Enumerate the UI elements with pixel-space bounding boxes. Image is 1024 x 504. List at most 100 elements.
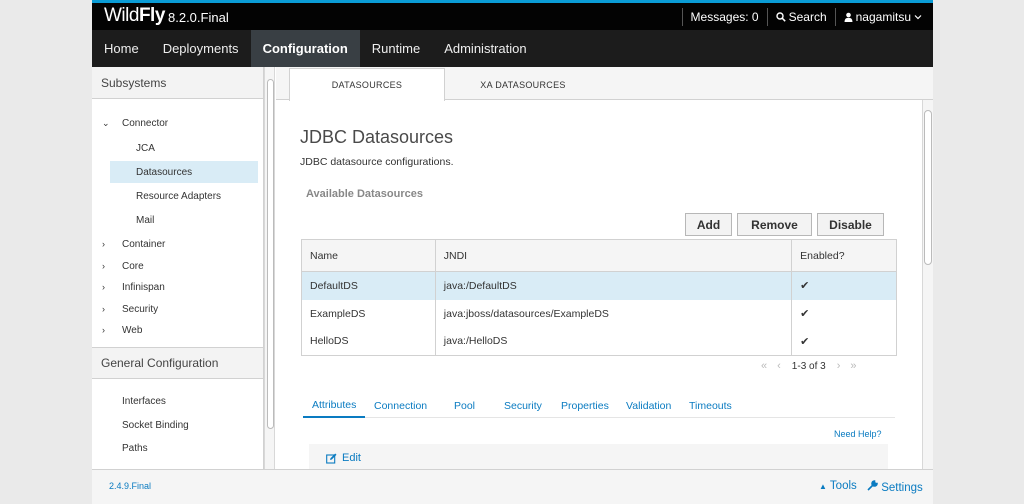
checkmark-icon: ✔	[791, 299, 897, 328]
nav-configuration[interactable]: Configuration	[250, 30, 360, 67]
sidebar-item-container[interactable]: › Container	[92, 233, 263, 255]
page-range: 1-3 of 3	[791, 360, 826, 372]
cell-jndi: java:jboss/datasources/ExampleDS	[434, 299, 793, 328]
tab-security[interactable]: Security	[504, 394, 542, 418]
checkmark-icon: ✔	[791, 327, 897, 356]
tab-timeouts[interactable]: Timeouts	[689, 394, 732, 418]
tools-menu[interactable]: ▲ Tools	[819, 480, 857, 492]
main-panel: DATASOURCES XA DATASOURCES JDBC Datasour…	[276, 67, 933, 474]
sidebar-item-core[interactable]: › Core	[92, 255, 263, 277]
search-button[interactable]: Search	[766, 7, 835, 26]
edit-button[interactable]: Edit	[326, 452, 361, 464]
tab-xa-datasources[interactable]: XA DATASOURCES	[445, 68, 601, 101]
tab-connection[interactable]: Connection	[374, 394, 427, 418]
sidebar-item-interfaces[interactable]: Interfaces	[92, 390, 263, 412]
cell-name: HelloDS	[301, 327, 436, 356]
sidebar-item-jca[interactable]: JCA	[92, 137, 263, 159]
sidebar-item-label: Datasources	[136, 166, 193, 178]
need-help-link[interactable]: Need Help?	[834, 429, 882, 439]
sidebar-item-web[interactable]: › Web	[92, 319, 263, 341]
sidebar-item-socket-binding[interactable]: Socket Binding	[92, 414, 263, 436]
nav-administration[interactable]: Administration	[432, 30, 538, 67]
column-header-name[interactable]: Name	[301, 239, 436, 272]
chevron-down-icon: ⌄	[102, 117, 110, 128]
sidebar-scrollbar-thumb[interactable]	[267, 79, 274, 429]
sidebar-item-label: Security	[122, 303, 159, 315]
sidebar-item-datasources[interactable]: Datasources	[110, 161, 258, 183]
chevron-right-icon: ›	[102, 325, 105, 335]
caret-up-icon: ▲	[819, 482, 827, 491]
chevron-right-icon: ›	[102, 282, 105, 292]
subsystems-header: Subsystems	[92, 67, 263, 99]
cell-jndi: java:/HelloDS	[434, 327, 793, 356]
page-title: JDBC Datasources	[300, 127, 454, 147]
messages-label: Messages: 0	[690, 9, 759, 24]
chevron-down-icon	[914, 14, 922, 19]
messages-button[interactable]: Messages: 0	[681, 7, 767, 26]
sidebar-item-mail[interactable]: Mail	[92, 209, 263, 231]
first-page-icon[interactable]: «	[761, 360, 767, 372]
datasources-table: Name JNDI Enabled? DefaultDS java:/Defau…	[301, 239, 897, 356]
sidebar-item-paths[interactable]: Paths	[92, 437, 263, 459]
last-page-icon[interactable]: »	[850, 360, 856, 372]
wrench-icon	[867, 480, 878, 491]
sidebar-item-label: Core	[122, 260, 144, 272]
disable-button[interactable]: Disable	[817, 213, 884, 236]
general-configuration-header: General Configuration	[92, 347, 263, 379]
sidebar: Subsystems ⌄ Connector JCA Datasources R…	[92, 67, 264, 469]
sidebar-item-connector[interactable]: ⌄ Connector	[92, 112, 263, 134]
remove-button[interactable]: Remove	[737, 213, 812, 236]
sidebar-item-infinispan[interactable]: › Infinispan	[92, 276, 263, 298]
tab-properties[interactable]: Properties	[561, 394, 609, 418]
next-page-icon[interactable]: ›	[837, 360, 841, 372]
table-row[interactable]: HelloDS java:/HelloDS ✔	[301, 327, 897, 356]
chevron-right-icon: ›	[102, 239, 105, 249]
nav-runtime[interactable]: Runtime	[360, 30, 432, 67]
search-label: Search	[788, 9, 827, 24]
tab-datasources[interactable]: DATASOURCES	[289, 68, 445, 101]
brand-name-bold: Fly	[138, 5, 165, 26]
sidebar-item-label: Web	[122, 324, 143, 336]
add-button[interactable]: Add	[685, 213, 732, 236]
sidebar-item-label: Connector	[122, 117, 169, 129]
user-name: nagamitsu	[855, 9, 911, 24]
prev-page-icon[interactable]: ‹	[777, 360, 781, 372]
settings-menu[interactable]: Settings	[867, 480, 923, 494]
main-nav: Home Deployments Configuration Runtime A…	[92, 30, 933, 67]
console-version[interactable]: 2.4.9.Final	[109, 481, 151, 491]
tab-attributes[interactable]: Attributes	[303, 394, 366, 418]
sidebar-item-security[interactable]: › Security	[92, 298, 263, 320]
settings-label: Settings	[881, 482, 923, 494]
chevron-right-icon: ›	[102, 304, 105, 314]
tab-validation[interactable]: Validation	[626, 394, 671, 418]
sidebar-scrollbar[interactable]	[264, 67, 275, 469]
table-row[interactable]: ExampleDS java:jboss/datasources/Example…	[301, 299, 897, 328]
edit-icon	[326, 453, 337, 464]
datasource-tabs: DATASOURCES XA DATASOURCES	[276, 67, 933, 101]
sidebar-item-resource-adapters[interactable]: Resource Adapters	[92, 185, 263, 207]
main-scrollbar[interactable]	[922, 100, 933, 469]
sidebar-item-label: Paths	[122, 442, 148, 454]
tab-pool[interactable]: Pool	[454, 394, 475, 418]
top-bar-actions: Messages: 0 Search nagamitsu	[681, 3, 933, 30]
search-icon	[775, 11, 786, 22]
column-header-jndi[interactable]: JNDI	[434, 239, 793, 272]
edit-label: Edit	[342, 452, 361, 464]
brand-logo[interactable]: WildFly	[104, 5, 165, 27]
sidebar-item-label: JCA	[136, 142, 155, 154]
nav-deployments[interactable]: Deployments	[151, 30, 251, 67]
nav-home[interactable]: Home	[92, 30, 151, 67]
brand-name-prefix: Wild	[104, 5, 139, 26]
top-bar: WildFly 8.2.0.Final Messages: 0 Search n…	[92, 0, 933, 30]
page-description: JDBC datasource configurations.	[300, 156, 454, 168]
main-scrollbar-thumb[interactable]	[924, 110, 932, 265]
column-header-enabled[interactable]: Enabled?	[791, 239, 897, 272]
table-pager: « ‹ 1-3 of 3 › »	[756, 360, 862, 372]
cell-name: DefaultDS	[301, 271, 436, 300]
detail-tabs: Attributes Connection Pool Security Prop…	[303, 394, 895, 418]
cell-name: ExampleDS	[301, 299, 436, 328]
product-version: 8.2.0.Final	[168, 10, 229, 25]
user-menu[interactable]: nagamitsu	[834, 7, 933, 26]
table-row[interactable]: DefaultDS java:/DefaultDS ✔	[301, 271, 897, 300]
chevron-right-icon: ›	[102, 261, 105, 271]
